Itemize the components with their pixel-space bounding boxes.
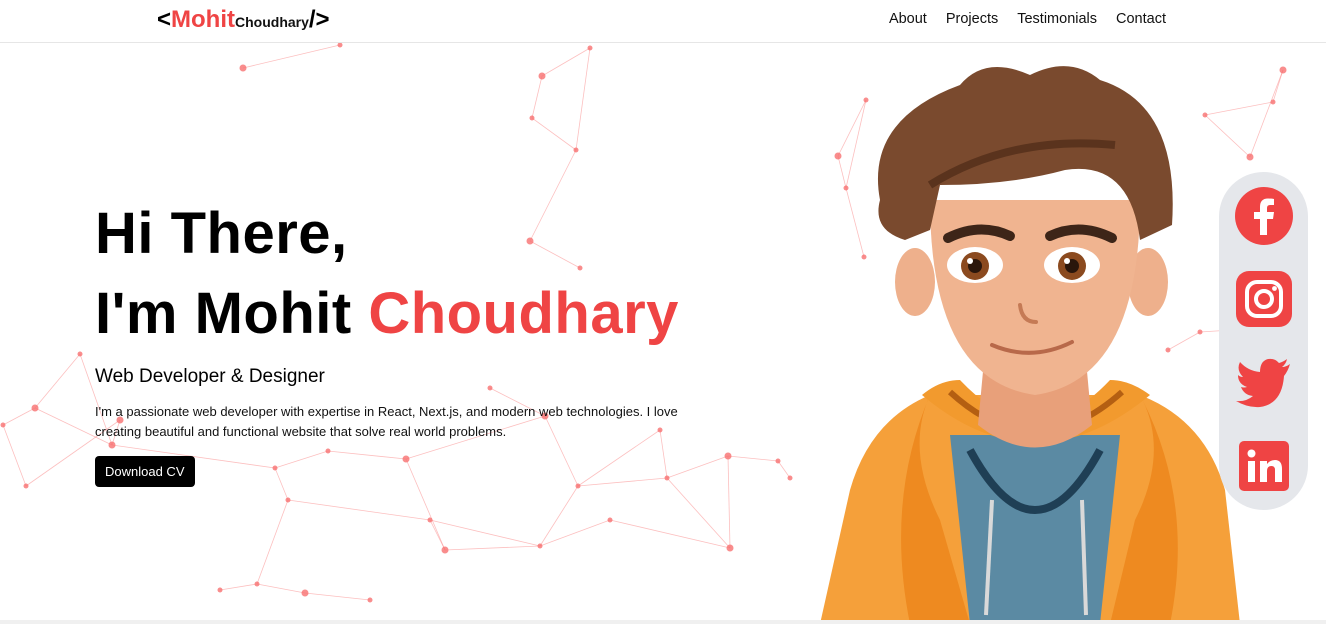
social-links-bar xyxy=(1219,172,1308,510)
network-node xyxy=(239,64,247,72)
network-edge xyxy=(34,353,81,409)
network-node xyxy=(787,475,793,481)
network-edge xyxy=(429,519,446,551)
logo-brand: Mohit xyxy=(171,6,235,33)
network-edge xyxy=(256,499,289,585)
nav-link-testimonials[interactable]: Testimonials xyxy=(1017,11,1097,27)
network-node xyxy=(587,45,593,51)
network-edge xyxy=(531,75,543,119)
network-edge xyxy=(539,485,579,547)
network-edge xyxy=(444,545,541,551)
linkedin-icon[interactable] xyxy=(1235,437,1293,495)
network-node xyxy=(254,581,260,587)
network-node xyxy=(538,72,546,80)
network-edge xyxy=(304,592,371,601)
navbar: <MohitChoudhary/> About Projects Testimo… xyxy=(0,0,1326,43)
hero-role: Web Developer & Designer xyxy=(95,366,325,387)
network-node xyxy=(1270,99,1276,105)
network-node xyxy=(337,42,343,48)
network-edge xyxy=(666,477,731,549)
network-node xyxy=(31,404,39,412)
nav-link-contact[interactable]: Contact xyxy=(1116,11,1166,27)
hero-heading: Hi There, I'm Mohit Choudhary xyxy=(95,194,745,354)
hero-line-2-prefix: I'm Mohit xyxy=(95,281,369,346)
network-node xyxy=(573,147,579,153)
facebook-icon[interactable] xyxy=(1235,187,1293,245)
network-node xyxy=(529,115,535,121)
page-bottom-strip xyxy=(0,620,1326,624)
avatar-illustration xyxy=(820,66,1240,624)
logo-open-bracket: < xyxy=(157,6,172,33)
network-edge xyxy=(609,519,731,549)
network-edge xyxy=(256,583,306,594)
network-edge xyxy=(531,117,577,151)
nav-link-projects[interactable]: Projects xyxy=(946,11,998,27)
logo[interactable]: <MohitChoudhary/> xyxy=(157,6,330,36)
nav-links: About Projects Testimonials Contact xyxy=(889,11,1166,27)
network-edge xyxy=(242,44,341,69)
logo-close-bracket: /> xyxy=(308,6,330,33)
network-node xyxy=(77,351,83,357)
network-node xyxy=(775,458,781,464)
network-edge xyxy=(539,519,611,547)
network-edge xyxy=(575,47,591,151)
twitter-icon[interactable] xyxy=(1235,354,1293,412)
network-node xyxy=(427,517,433,523)
network-edge xyxy=(287,499,431,521)
download-cv-button[interactable]: Download CV xyxy=(95,456,195,487)
network-node xyxy=(0,422,6,428)
network-node xyxy=(285,497,291,503)
network-node xyxy=(726,544,734,552)
hero-line-1: Hi There, xyxy=(95,201,348,266)
network-node xyxy=(441,546,449,554)
network-edge xyxy=(2,407,36,426)
hero-name-accent: Choudhary xyxy=(368,281,679,346)
network-edge xyxy=(219,583,258,591)
hero-description: I'm a passionate web developer with expe… xyxy=(95,404,678,439)
network-node xyxy=(301,589,309,597)
network-edge xyxy=(777,460,791,479)
network-node xyxy=(23,483,29,489)
logo-sub: Choudhary xyxy=(235,14,309,30)
network-node xyxy=(217,587,223,593)
network-node xyxy=(367,597,373,603)
network-edge xyxy=(541,47,591,77)
network-edge xyxy=(429,519,541,547)
network-node xyxy=(1279,66,1287,74)
network-node xyxy=(537,543,543,549)
nav-link-about[interactable]: About xyxy=(889,11,927,27)
hero-section: Hi There, I'm Mohit Choudhary Web Develo… xyxy=(95,194,745,487)
network-node xyxy=(607,517,613,523)
network-edge xyxy=(2,424,27,487)
instagram-icon[interactable] xyxy=(1235,270,1293,328)
